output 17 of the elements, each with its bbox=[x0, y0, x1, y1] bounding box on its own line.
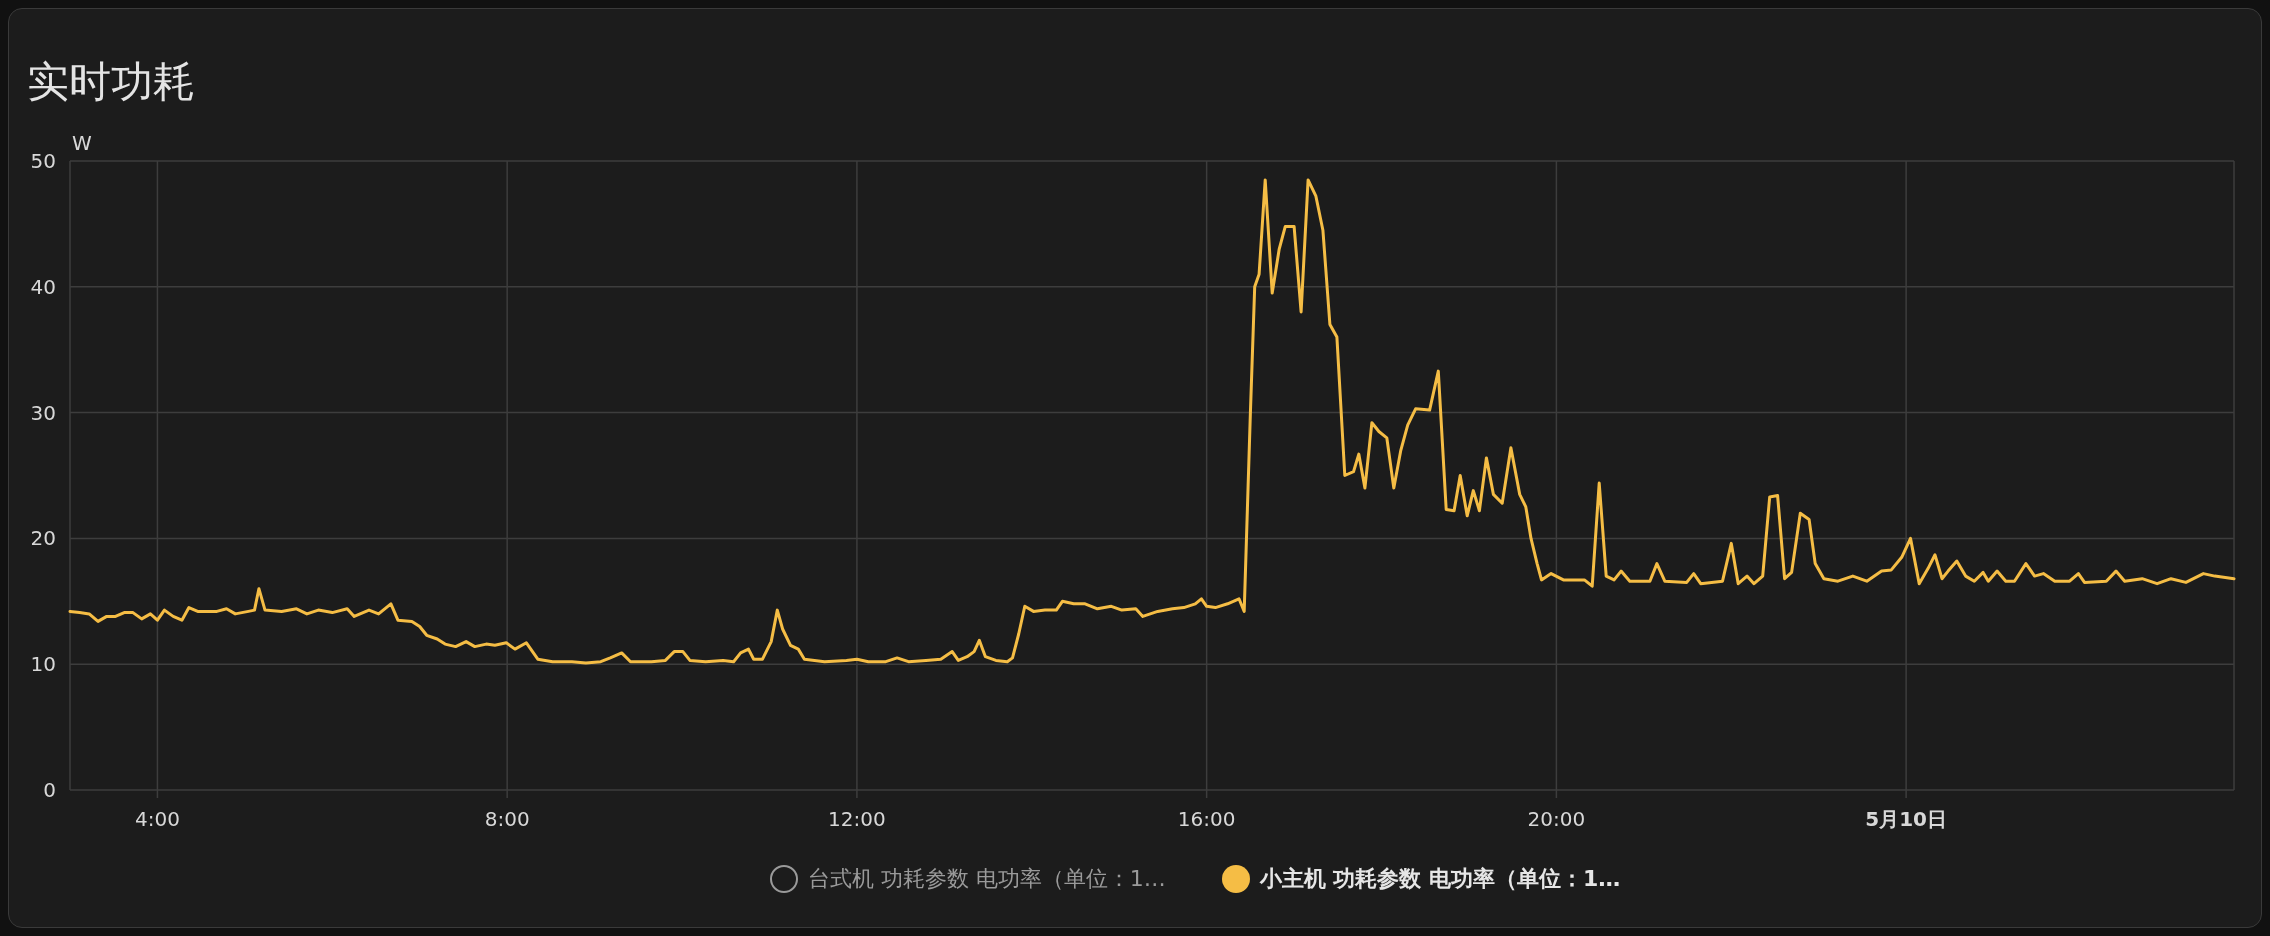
axis-unit-label: W bbox=[72, 131, 92, 155]
axis-tick-label: 12:00 bbox=[828, 807, 886, 830]
axis-tick-label: 16:00 bbox=[1177, 807, 1236, 830]
legend-marker-icon bbox=[769, 865, 798, 893]
axis-tick-label: 20:00 bbox=[1527, 807, 1586, 830]
axis-tick-label: 40 bbox=[30, 274, 56, 299]
axis-tick-label: 10 bbox=[30, 652, 56, 677]
axis-tick-label: 20 bbox=[30, 526, 56, 551]
legend-item[interactable]: 台式机 功耗参数 电功率（单位：1… bbox=[763, 860, 1172, 898]
axis-tick-label: 4:00 bbox=[134, 807, 180, 830]
axis-tick-label: 50 bbox=[30, 149, 56, 173]
card-title: 实时功耗 bbox=[26, 56, 196, 107]
axis-tick-label: 30 bbox=[30, 400, 56, 425]
axis-tick-label: 0 bbox=[43, 778, 56, 802]
axis-tick-label: 8:00 bbox=[484, 807, 530, 830]
axis-tick-label: 5月10日 bbox=[1865, 807, 1947, 830]
legend-item[interactable]: 小主机 功耗参数 电功率（单位：1… bbox=[1215, 860, 1627, 898]
